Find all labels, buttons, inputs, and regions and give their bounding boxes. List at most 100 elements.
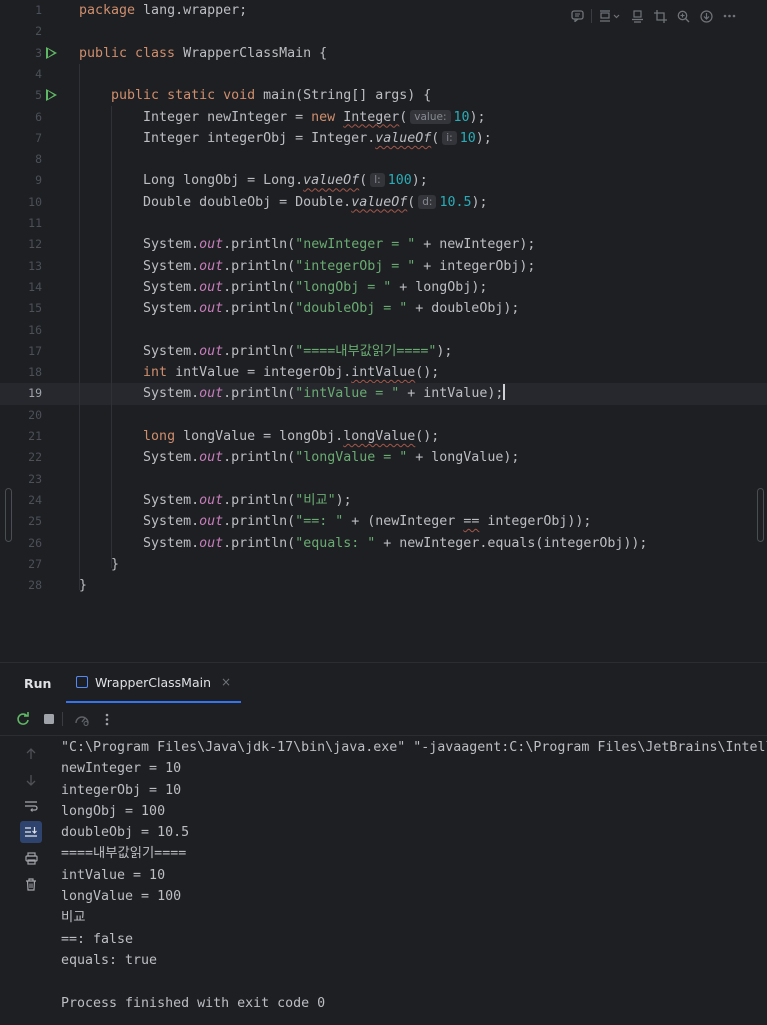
code-line[interactable]: 3 public class WrapperClassMain { [0, 43, 767, 64]
code-line[interactable]: 20 [0, 405, 767, 426]
line-number: 5 [35, 88, 42, 103]
code-line[interactable]: 27 } [0, 554, 767, 575]
more-icon[interactable] [719, 6, 739, 26]
code-line[interactable]: 23 [0, 469, 767, 490]
code-line[interactable]: 11 [0, 213, 767, 234]
trash-icon[interactable] [20, 873, 42, 895]
download-icon[interactable] [696, 6, 716, 26]
run-panel: Run WrapperClassMain × "C:\Program Files… [0, 662, 767, 1025]
code-text: System.out.println("integerObj = " + int… [79, 258, 536, 274]
code-text: System.out.println("longValue = " + long… [79, 450, 520, 466]
code-line[interactable]: 12 System.out.println("newInteger = " + … [0, 234, 767, 255]
run-gutter-icon[interactable] [46, 46, 57, 59]
code-line[interactable]: 8 [0, 149, 767, 170]
console-line: newInteger = 10 [61, 761, 182, 777]
code-text: Integer newInteger = new Integer(value: 1… [79, 109, 486, 125]
left-scroll-handle[interactable] [5, 488, 12, 542]
code-text: System.out.println("====내부값읽기===="); [79, 343, 453, 359]
code-line[interactable]: 4 [0, 64, 767, 85]
line-number: 27 [28, 556, 42, 571]
stop-icon[interactable] [40, 710, 58, 728]
toolbar-separator [62, 712, 63, 726]
code-line[interactable]: 6 Integer newInteger = new Integer(value… [0, 107, 767, 128]
code-line[interactable]: 5 public static void main(String[] args)… [0, 85, 767, 106]
code-line[interactable]: 24 System.out.println("비교"); [0, 490, 767, 511]
code-text: Integer integerObj = Integer.valueOf(i: 1… [79, 130, 492, 146]
line-number: 4 [35, 66, 42, 81]
console-line: ====내부값읽기==== [61, 846, 187, 862]
code-text: System.out.println("intValue = " + intVa… [79, 384, 505, 402]
code-line[interactable]: 13 System.out.println("integerObj = " + … [0, 256, 767, 277]
console-side-toolbar [20, 743, 42, 899]
scroll-to-end-icon[interactable] [20, 821, 42, 843]
console-line: doubleObj = 10.5 [61, 825, 190, 841]
attach-profiler-icon[interactable] [73, 710, 91, 728]
code-line[interactable]: 26 System.out.println("equals: " + newIn… [0, 533, 767, 554]
code-line[interactable]: 19 System.out.println("intValue = " + in… [0, 383, 767, 405]
line-number: 9 [35, 173, 42, 188]
code-text: System.out.println("newInteger = " + new… [79, 237, 536, 253]
line-number: 11 [28, 216, 42, 230]
run-gutter-icon[interactable] [46, 89, 57, 102]
run-tab-wrapperclassmain[interactable]: WrapperClassMain × [66, 663, 242, 703]
line-number: 6 [35, 109, 42, 124]
line-number: 16 [28, 322, 42, 337]
code-line[interactable]: 18 int intValue = integerObj.intValue(); [0, 362, 767, 383]
line-number: 23 [28, 471, 42, 486]
run-panel-title: Run [24, 676, 52, 691]
line-number: 14 [28, 279, 42, 294]
code-text: System.out.println("비교"); [79, 492, 352, 508]
run-panel-header: Run WrapperClassMain × [0, 663, 767, 703]
code-line[interactable]: 16 [0, 320, 767, 341]
line-number: 7 [35, 130, 42, 145]
console-output[interactable]: "C:\Program Files\Java\jdk-17\bin\java.e… [61, 737, 767, 1014]
code-text: System.out.println("==: " + (newInteger … [79, 514, 592, 530]
line-number: 15 [28, 301, 42, 316]
code-line[interactable]: 14 System.out.println("longObj = " + lon… [0, 277, 767, 298]
console-line: longObj = 100 [61, 803, 166, 819]
code-text: Double doubleObj = Double.valueOf(d: 10.5… [79, 194, 488, 210]
run-toolbar [0, 703, 767, 736]
code-text: } [79, 556, 120, 572]
rerun-icon[interactable] [14, 710, 32, 728]
code-text: } [79, 578, 88, 594]
indent-guide [111, 106, 112, 568]
code-line[interactable]: 7 Integer integerObj = Integer.valueOf(i… [0, 128, 767, 149]
code-text: package lang.wrapper; [79, 3, 248, 18]
line-number: 10 [28, 194, 42, 209]
line-number: 8 [35, 152, 42, 167]
code-line[interactable]: 15 System.out.println("doubleObj = " + d… [0, 298, 767, 319]
crop-icon[interactable] [650, 6, 670, 26]
right-scroll-handle[interactable] [757, 488, 764, 542]
code-line[interactable]: 28} [0, 575, 767, 596]
code-line[interactable]: 10 Double doubleObj = Double.valueOf(d: 1… [0, 192, 767, 213]
line-number: 28 [28, 578, 42, 593]
code-line[interactable]: 25 System.out.println("==: " + (newInteg… [0, 511, 767, 532]
editor-toolbar [567, 6, 742, 26]
code-text: System.out.println("doubleObj = " + doub… [79, 301, 520, 317]
code-editor[interactable]: 1 package lang.wrapper; 2 3 public class Wra… [0, 0, 767, 662]
run-tab-label: WrapperClassMain [95, 674, 212, 690]
reader-mode-icon[interactable] [596, 6, 624, 26]
code-text: Long longObj = Long.valueOf(l: 100); [79, 173, 428, 189]
code-text: System.out.println("equals: " + newInteg… [79, 535, 648, 551]
print-icon[interactable] [20, 847, 42, 869]
code-line[interactable]: 21 long longValue = longObj.longValue(); [0, 426, 767, 447]
align-bottom-icon[interactable] [627, 6, 647, 26]
more-icon[interactable] [98, 710, 116, 728]
line-number: 21 [28, 429, 42, 443]
indent-guide [79, 64, 80, 590]
code-line[interactable]: 17 System.out.println("====내부값읽기===="); [0, 341, 767, 362]
close-icon[interactable]: × [221, 675, 231, 689]
code-line[interactable]: 22 System.out.println("longValue = " + l… [0, 447, 767, 468]
line-number: 1 [35, 3, 42, 17]
console-line: integerObj = 10 [61, 782, 182, 798]
scroll-up-icon[interactable] [20, 743, 42, 765]
code-line[interactable]: 9 Long longObj = Long.valueOf(l: 100); [0, 170, 767, 191]
soft-wrap-icon[interactable] [20, 795, 42, 817]
scroll-down-icon[interactable] [20, 769, 42, 791]
zoom-icon[interactable] [673, 6, 693, 26]
line-number: 20 [28, 407, 42, 422]
comment-icon[interactable] [567, 6, 587, 26]
